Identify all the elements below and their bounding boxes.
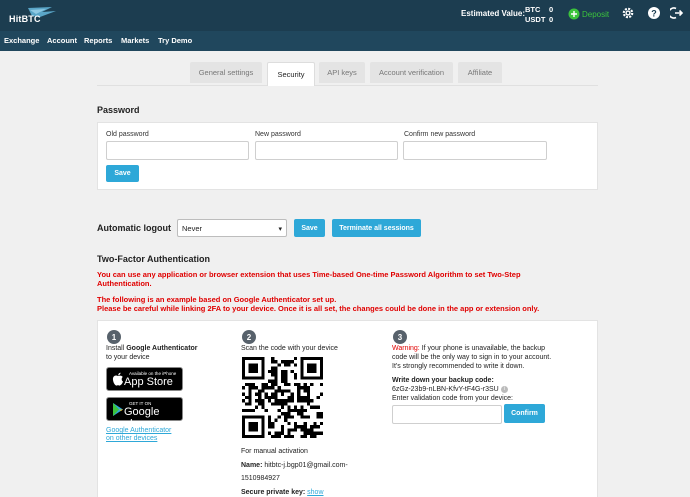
step-1-install-text: Install — [106, 345, 127, 352]
btc-amount: 0 — [549, 5, 554, 14]
twofa-title: Two-Factor Authentication — [97, 254, 210, 264]
scan-instruction: Scan the code with your device — [241, 345, 338, 352]
old-password-label: Old password — [106, 131, 149, 138]
step-3-number: 3 — [393, 330, 407, 344]
terminate-sessions-button[interactable]: Terminate all sessions — [332, 219, 421, 237]
hitbtc-logo[interactable]: HitBTC — [6, 6, 58, 26]
app-store-label: App Store — [124, 376, 173, 388]
nav-markets[interactable]: Markets — [121, 36, 149, 45]
account-name-line: Name: hitbtc-j.bgp01@gmail.com- — [241, 461, 348, 470]
show-key-link[interactable]: show — [307, 489, 323, 496]
backup-code: 6zGz-23b9-nLBN-KfvY-tF4G-r3SU — [392, 386, 499, 393]
usdt-currency: USDT — [525, 15, 546, 24]
confirm-password-label: Confirm new password — [404, 131, 476, 138]
twofa-notice-2-line-2: Please be careful while linking 2FA to y… — [97, 304, 540, 313]
secure-key-line: Secure private key: show — [241, 488, 324, 497]
name-value: hitbtc-j.bgp01@gmail.com- — [264, 462, 348, 469]
confirm-button[interactable]: Confirm — [504, 404, 545, 423]
apple-icon — [112, 372, 123, 386]
tabs-divider — [97, 85, 598, 86]
nav-reports[interactable]: Reports — [84, 36, 112, 45]
logout-select[interactable]: Never ▾ — [177, 219, 287, 237]
warning-line-2: code will be the only way to sign in to … — [392, 354, 552, 361]
name-value-continued: 1510984927 — [241, 475, 280, 482]
tab-security[interactable]: Security — [267, 62, 315, 86]
name-label: Name: — [241, 462, 263, 469]
tab-account-verification[interactable]: Account verification — [370, 62, 453, 83]
tab-api-keys[interactable]: API keys — [319, 62, 365, 83]
tab-affiliate[interactable]: Affiliate — [458, 62, 502, 83]
usdt-amount: 0 — [549, 15, 554, 24]
logo-text: HitBTC — [9, 14, 41, 24]
info-icon[interactable]: i — [500, 385, 508, 393]
backup-code-title: Write down your backup code: — [392, 377, 494, 384]
svg-text:?: ? — [651, 8, 657, 18]
manual-activation-text: For manual activation — [241, 448, 308, 455]
validation-label: Enter validation code from your device: — [392, 395, 514, 402]
main-nav: Exchange Account Reports Markets Try Dem… — [0, 31, 690, 51]
twofa-notice-1-line-1: You can use any application or browser e… — [97, 270, 521, 279]
nav-account[interactable]: Account — [47, 36, 77, 45]
nav-exchange[interactable]: Exchange — [4, 36, 39, 45]
chevron-down-icon: ▾ — [278, 226, 282, 233]
gear-icon[interactable] — [621, 6, 635, 20]
deposit-icon — [568, 8, 580, 20]
step-1-app-name: Google Authenticator — [126, 345, 198, 352]
warning-text: If your phone is unavailable, the backup — [419, 345, 546, 352]
step-1-device-line: to your device — [106, 354, 150, 361]
nav-try-demo[interactable]: Try Demo — [158, 36, 192, 45]
logout-icon[interactable] — [670, 6, 684, 20]
other-devices-link-line-2[interactable]: on other devices — [106, 434, 157, 443]
password-title: Password — [97, 105, 140, 115]
new-password-label: New password — [255, 131, 301, 138]
backup-code-line: 6zGz-23b9-nLBN-KfvY-tF4G-r3SU i — [392, 385, 508, 394]
step-1-install-line: Install Google Authenticator — [106, 344, 198, 353]
secure-key-label: Secure private key: — [241, 489, 306, 496]
google-play-icon — [113, 403, 123, 416]
deposit-button[interactable]: Deposit — [568, 7, 609, 21]
step-1-number: 1 — [107, 330, 121, 344]
app-store-badge[interactable]: Available on the iPhone App Store — [106, 367, 183, 391]
help-icon[interactable]: ? — [647, 6, 661, 20]
google-play-badge[interactable]: GET IT ON Google play — [106, 397, 183, 430]
step-2-number: 2 — [242, 330, 256, 344]
twofa-notice-2-line-1: The following is an example based on Goo… — [97, 295, 337, 304]
automatic-logout-label: Automatic logout — [97, 223, 171, 233]
logout-selected-value: Never — [182, 223, 203, 233]
warning-line-3: It's strongly recommended to write it do… — [392, 363, 525, 370]
qr-code — [242, 357, 323, 438]
warning-word: Warning: — [392, 345, 420, 352]
warning-line-1: Warning: If your phone is unavailable, t… — [392, 344, 545, 353]
deposit-label: Deposit — [582, 9, 610, 19]
estimated-value-label: Estimated Value: — [461, 9, 526, 18]
validation-code-input[interactable] — [392, 405, 502, 424]
btc-currency: BTC — [525, 5, 541, 14]
save-password-button[interactable]: Save — [106, 165, 139, 182]
old-password-input[interactable] — [106, 141, 249, 160]
tab-general-settings[interactable]: General settings — [190, 62, 262, 83]
top-bar: HitBTC Estimated Value: BTC 0 USDT 0 Dep… — [0, 0, 690, 31]
save-logout-button[interactable]: Save — [294, 219, 325, 237]
confirm-password-input[interactable] — [403, 141, 547, 160]
twofa-notice-1-line-2: Authentication. — [97, 279, 152, 288]
new-password-input[interactable] — [255, 141, 398, 160]
